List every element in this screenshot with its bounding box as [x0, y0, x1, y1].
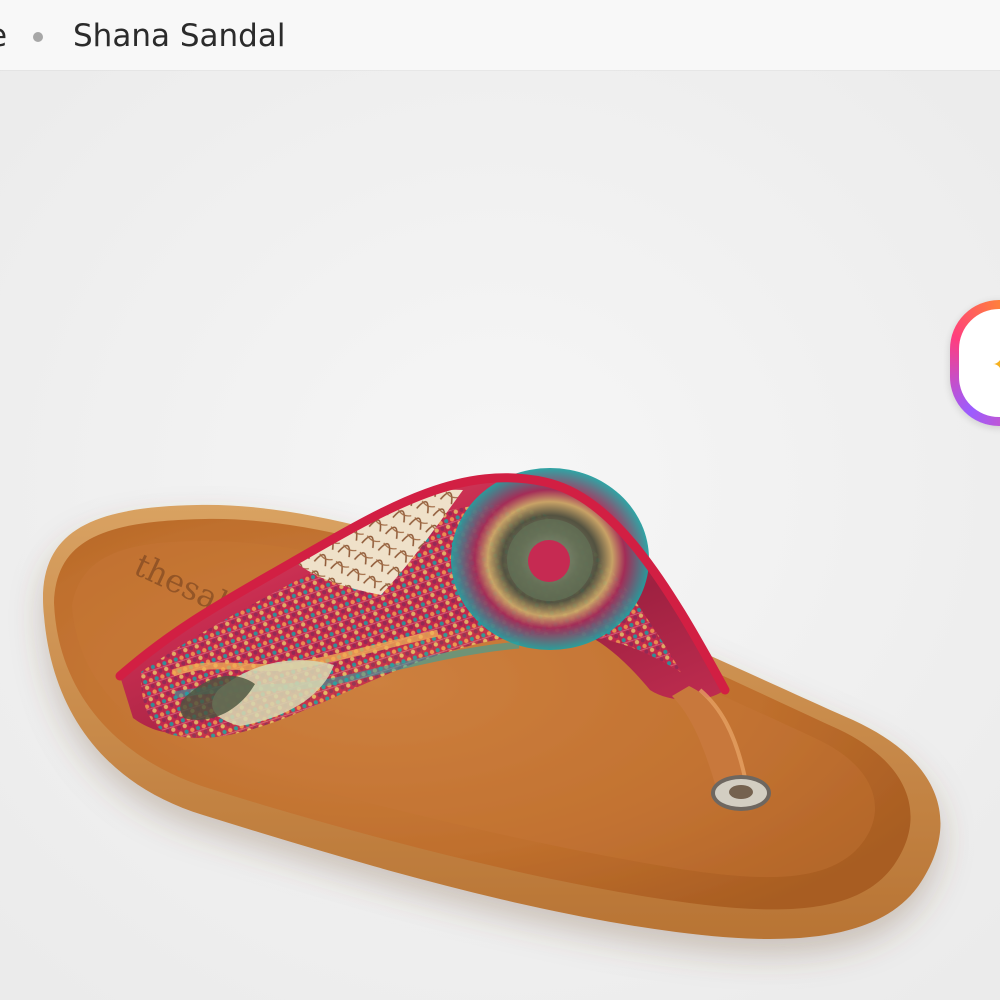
- sparkle-icon: ✦: [992, 355, 1000, 377]
- floating-widget-face: ✦: [959, 309, 1000, 417]
- breadcrumb-current: Shana Sandal: [73, 18, 286, 54]
- breadcrumb-separator: [33, 32, 43, 42]
- product-image-area: thesak: [0, 70, 1000, 1000]
- breadcrumb-parent-link[interactable]: e: [0, 16, 7, 56]
- product-image: thesak: [0, 70, 1000, 1000]
- product-page: e Shana Sandal: [0, 0, 1000, 1000]
- breadcrumb: e Shana Sandal: [0, 0, 1000, 70]
